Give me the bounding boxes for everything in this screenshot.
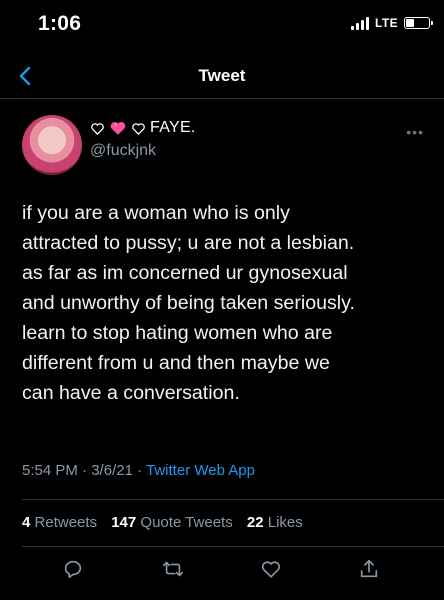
avatar[interactable] bbox=[22, 115, 82, 175]
heart-outline-icon bbox=[91, 122, 104, 135]
tweet-text: if you are a woman who is only attracted… bbox=[22, 202, 355, 404]
tweet-stats: 4 Retweets 147 Quote Tweets 22 Likes bbox=[22, 514, 313, 531]
likes-stat[interactable]: 22 Likes bbox=[247, 514, 303, 531]
author-name-row[interactable]: FAYE. bbox=[90, 119, 196, 137]
battery-icon bbox=[404, 17, 433, 29]
like-icon[interactable] bbox=[260, 558, 282, 580]
quote-tweets-label: Quote Tweets bbox=[140, 514, 233, 531]
share-icon[interactable] bbox=[358, 558, 380, 580]
nav-bar: Tweet bbox=[0, 56, 444, 99]
divider bbox=[22, 546, 444, 547]
battery-level bbox=[406, 19, 414, 27]
status-bar: 1:06 LTE bbox=[0, 0, 444, 56]
tweet-date: 3/6/21 bbox=[91, 462, 133, 479]
signal-icon bbox=[351, 16, 370, 30]
action-bar bbox=[0, 556, 444, 586]
retweets-count: 4 bbox=[22, 514, 31, 531]
author-name: FAYE. bbox=[150, 119, 196, 136]
heart-outline-icon bbox=[132, 122, 145, 135]
pink-heart-icon bbox=[110, 121, 126, 135]
meta-separator: · bbox=[137, 462, 143, 479]
status-time: 1:06 bbox=[38, 12, 82, 35]
tweet-time: 5:54 PM bbox=[22, 462, 78, 479]
retweets-stat[interactable]: 4 Retweets bbox=[22, 514, 101, 531]
likes-label: Likes bbox=[267, 514, 303, 531]
page-title: Tweet bbox=[198, 66, 246, 85]
network-label: LTE bbox=[375, 16, 398, 30]
reply-icon[interactable] bbox=[62, 558, 84, 580]
meta-separator: · bbox=[82, 462, 88, 479]
status-indicators: LTE bbox=[351, 16, 433, 30]
author-handle[interactable]: @fuckjnk bbox=[90, 142, 156, 160]
more-icon[interactable]: ••• bbox=[406, 124, 424, 140]
retweets-label: Retweets bbox=[34, 514, 98, 531]
tweet-source-link[interactable]: Twitter Web App bbox=[146, 462, 255, 479]
quote-tweets-stat[interactable]: 147 Quote Tweets bbox=[111, 514, 237, 531]
tweet-meta: 5:54 PM · 3/6/21 · Twitter Web App bbox=[22, 462, 255, 479]
quote-tweets-count: 147 bbox=[111, 514, 137, 531]
retweet-icon[interactable] bbox=[162, 558, 184, 580]
divider bbox=[22, 499, 444, 500]
likes-count: 22 bbox=[246, 514, 264, 531]
